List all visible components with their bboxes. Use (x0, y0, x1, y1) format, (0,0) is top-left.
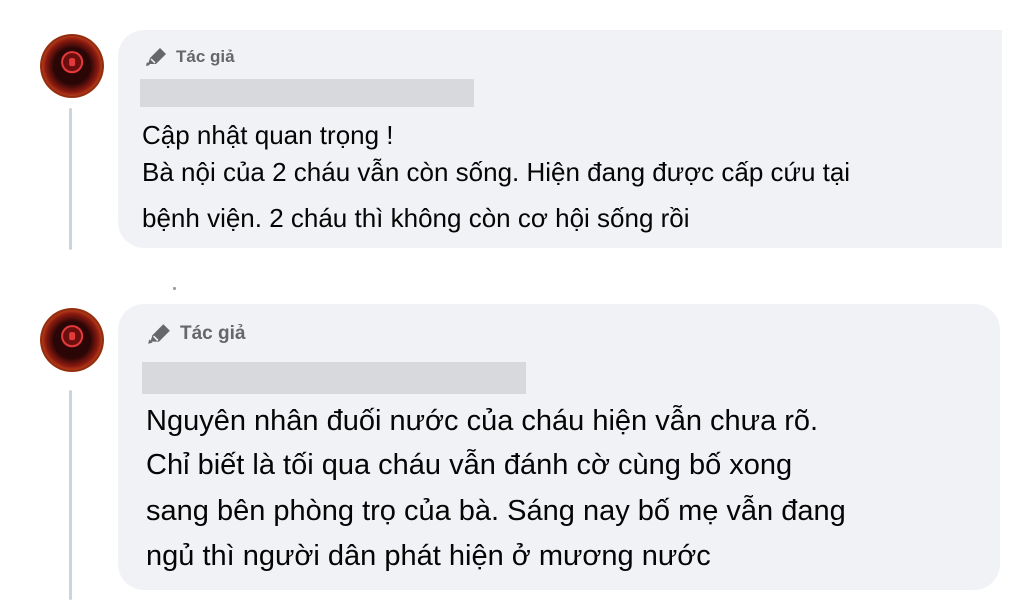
comment-text-line: Bà nội của 2 cháu vẫn còn sống. Hiện đan… (142, 157, 851, 187)
author-badge-label: Tác giả (176, 47, 235, 66)
divider-dot (173, 287, 176, 290)
comment-text-line: Chỉ biết là tối qua cháu vẫn đánh cờ cùn… (146, 449, 793, 481)
comment-text-line: Cập nhật quan trọng ! (142, 120, 394, 150)
redacted-name (140, 79, 474, 107)
comment-text-line: sang bên phòng trọ của bà. Sáng nay bố m… (146, 495, 846, 527)
thread-line (69, 390, 72, 600)
pen-icon (144, 46, 168, 68)
author-badge[interactable]: Tác giả (144, 46, 235, 68)
author-badge[interactable]: Tác giả (146, 322, 245, 346)
comment-bubble: Tác giả Nguyên nhân đuối nước của cháu h… (118, 304, 1000, 590)
redacted-name (142, 362, 526, 394)
comment-text-line: bệnh viện. 2 cháu thì không còn cơ hội s… (142, 203, 690, 233)
avatar[interactable] (40, 34, 104, 98)
thread-line (69, 108, 72, 250)
avatar[interactable] (40, 308, 104, 372)
comment-2: Tác giả Nguyên nhân đuối nước của cháu h… (0, 300, 1024, 615)
author-badge-label: Tác giả (180, 323, 246, 344)
page-logo-icon (61, 51, 83, 74)
comment-1: Tác giả Cập nhật quan trọng ! Bà nội của… (0, 0, 1024, 260)
comment-bubble: Tác giả Cập nhật quan trọng ! Bà nội của… (118, 30, 1002, 248)
pen-icon (146, 322, 172, 346)
comment-text-line: Nguyên nhân đuối nước của cháu hiện vẫn … (146, 405, 819, 437)
page-logo-icon (61, 325, 83, 348)
comment-text-line: ngủ thì người dân phát hiện ở mương nước (146, 540, 711, 572)
